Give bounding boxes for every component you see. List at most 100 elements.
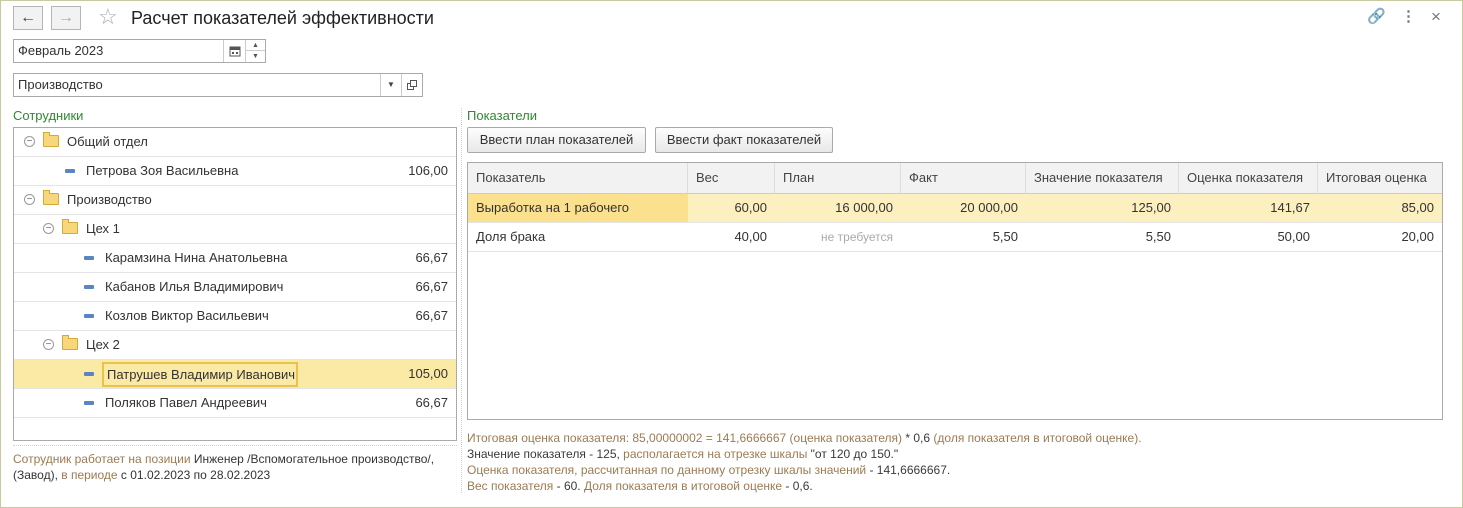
table-cell: 50,00: [1179, 223, 1318, 252]
note-text: Итоговая оценка показателя: 85,00000002 …: [467, 431, 787, 445]
period-input[interactable]: Февраль 2023: [18, 40, 103, 62]
column-header[interactable]: Оценка показателя: [1179, 163, 1318, 194]
employee-icon: [84, 401, 94, 405]
table-cell: 5,50: [1026, 223, 1179, 252]
collapse-icon[interactable]: −: [24, 136, 35, 147]
department-input[interactable]: Производство: [18, 74, 103, 96]
tree-item-row[interactable]: Кабанов Илья Владимирович 66,67: [14, 273, 456, 302]
back-button[interactable]: ←: [13, 6, 43, 30]
table-cell: Выработка на 1 рабочего: [468, 194, 688, 223]
table-cell: 20 000,00: [901, 194, 1026, 223]
column-header[interactable]: Вес: [688, 163, 775, 194]
tree-row-value: 66,67: [415, 279, 448, 294]
period-field[interactable]: Февраль 2023 ▲ ▼: [13, 39, 266, 63]
collapse-icon[interactable]: −: [24, 194, 35, 205]
tree-item-row[interactable]: Карамзина Нина Анатольевна 66,67: [14, 244, 456, 273]
note-line-4: Вес показателя - 60. Доля показателя в и…: [467, 478, 813, 494]
tree-row-label: Карамзина Нина Анатольевна: [105, 250, 288, 265]
tree-row-label: Кабанов Илья Владимирович: [105, 279, 284, 294]
note-text: располагается на отрезке шкалы: [619, 447, 808, 461]
note-text: (оценка показателя): [786, 431, 903, 445]
note-text: Значение показателя - 125,: [467, 447, 620, 461]
forward-button[interactable]: →: [51, 6, 81, 30]
arrow-right-icon: →: [58, 9, 74, 26]
tree-row-value: 66,67: [415, 308, 448, 323]
employee-icon: [65, 169, 75, 173]
tree-row-label: Цех 1: [86, 221, 120, 236]
folder-icon: [62, 219, 78, 234]
tree-row-label: Петрова Зоя Васильевна: [86, 163, 239, 178]
table-cell: Доля брака: [468, 223, 688, 252]
tree-row-value: 106,00: [408, 163, 448, 178]
note-text: "от 120 до 150.": [807, 447, 899, 461]
calendar-button[interactable]: [223, 40, 245, 62]
tree-row-value: 66,67: [415, 395, 448, 410]
note-text: - 0,6.: [782, 479, 813, 493]
splitter[interactable]: [461, 108, 462, 493]
table-cell: 60,00: [688, 194, 775, 223]
column-header[interactable]: План: [775, 163, 901, 194]
chevron-down-icon: ▼: [387, 80, 395, 89]
tree-row-label: Козлов Виктор Васильевич: [105, 308, 269, 323]
department-open-button[interactable]: [401, 74, 422, 96]
note-text: Оценка показателя, рассчитанная по данно…: [467, 463, 867, 477]
employee-icon: [84, 285, 94, 289]
tree-row-label: Патрушев Владимир Иванович: [102, 362, 298, 387]
enter-plan-button[interactable]: Ввести план показателей: [467, 127, 646, 153]
more-icon[interactable]: ⋮: [1401, 8, 1416, 26]
column-header[interactable]: Значение показателя: [1026, 163, 1179, 194]
collapse-icon[interactable]: −: [43, 339, 54, 350]
info-text: Сотрудник работает на позиции: [13, 452, 191, 466]
tree-item-row[interactable]: Поляков Павел Андреевич 66,67: [14, 389, 456, 418]
favorite-star-icon[interactable]: ☆: [98, 4, 118, 30]
department-field[interactable]: Производство ▼: [13, 73, 423, 97]
arrow-left-icon: ←: [20, 9, 36, 26]
indicators-label: Показатели: [467, 108, 537, 123]
tree-item-row-selected[interactable]: Патрушев Владимир Иванович 105,00: [14, 360, 456, 389]
employee-icon: [84, 256, 94, 260]
period-down-button[interactable]: ▼: [245, 51, 265, 62]
table-cell: 20,00: [1318, 223, 1442, 252]
column-header[interactable]: Факт: [901, 163, 1026, 194]
tree-row-label: Производство: [67, 192, 152, 207]
link-icon[interactable]: 🔗: [1367, 8, 1386, 26]
tree-group-row[interactable]: − Цех 1: [14, 215, 456, 244]
folder-icon: [43, 132, 59, 147]
collapse-icon[interactable]: −: [43, 223, 54, 234]
chevron-down-icon: ▼: [252, 53, 259, 60]
column-header[interactable]: Итоговая оценка: [1318, 163, 1442, 194]
enter-fact-button[interactable]: Ввести факт показателей: [655, 127, 833, 153]
info-text: в периоде: [57, 468, 118, 482]
open-window-icon: [407, 80, 417, 90]
table-cell: 141,67: [1179, 194, 1318, 223]
indicators-table[interactable]: Показатель Вес План Факт Значение показа…: [467, 162, 1443, 420]
column-header[interactable]: Показатель: [468, 163, 688, 194]
department-dropdown-button[interactable]: ▼: [380, 74, 401, 96]
table-cell: 85,00: [1318, 194, 1442, 223]
tree-row-label: Общий отдел: [67, 134, 148, 149]
employees-label: Сотрудники: [13, 108, 84, 123]
tree-group-row[interactable]: − Общий отдел: [14, 128, 456, 157]
tree-item-row[interactable]: Козлов Виктор Васильевич 66,67: [14, 302, 456, 331]
tree-group-row[interactable]: − Цех 2: [14, 331, 456, 360]
tree-item-row[interactable]: Петрова Зоя Васильевна 106,00: [14, 157, 456, 186]
employees-tree[interactable]: − Общий отдел Петрова Зоя Васильевна 106…: [13, 127, 457, 441]
note-text: Доля показателя в итоговой оценке: [580, 479, 783, 493]
period-up-button[interactable]: ▲: [245, 40, 265, 51]
tree-row-label: Поляков Павел Андреевич: [105, 395, 267, 410]
table-cell: 40,00: [688, 223, 775, 252]
divider: [13, 445, 457, 446]
note-line-3: Оценка показателя, рассчитанная по данно…: [467, 462, 950, 478]
folder-icon: [62, 335, 78, 350]
note-text: - 60.: [553, 479, 581, 493]
folder-icon: [43, 190, 59, 205]
tree-group-row[interactable]: − Производство: [14, 186, 456, 215]
employee-info: Сотрудник работает на позиции Инженер /В…: [13, 451, 453, 483]
tree-row-value: 105,00: [408, 366, 448, 381]
close-icon[interactable]: ×: [1431, 8, 1441, 26]
table-cell: не требуется: [775, 223, 901, 252]
note-text: (доля показателя в итоговой оценке).: [930, 431, 1142, 445]
calendar-icon: [229, 46, 241, 57]
note-text: * 0,6: [902, 431, 931, 445]
note-line-2: Значение показателя - 125, располагается…: [467, 446, 898, 462]
